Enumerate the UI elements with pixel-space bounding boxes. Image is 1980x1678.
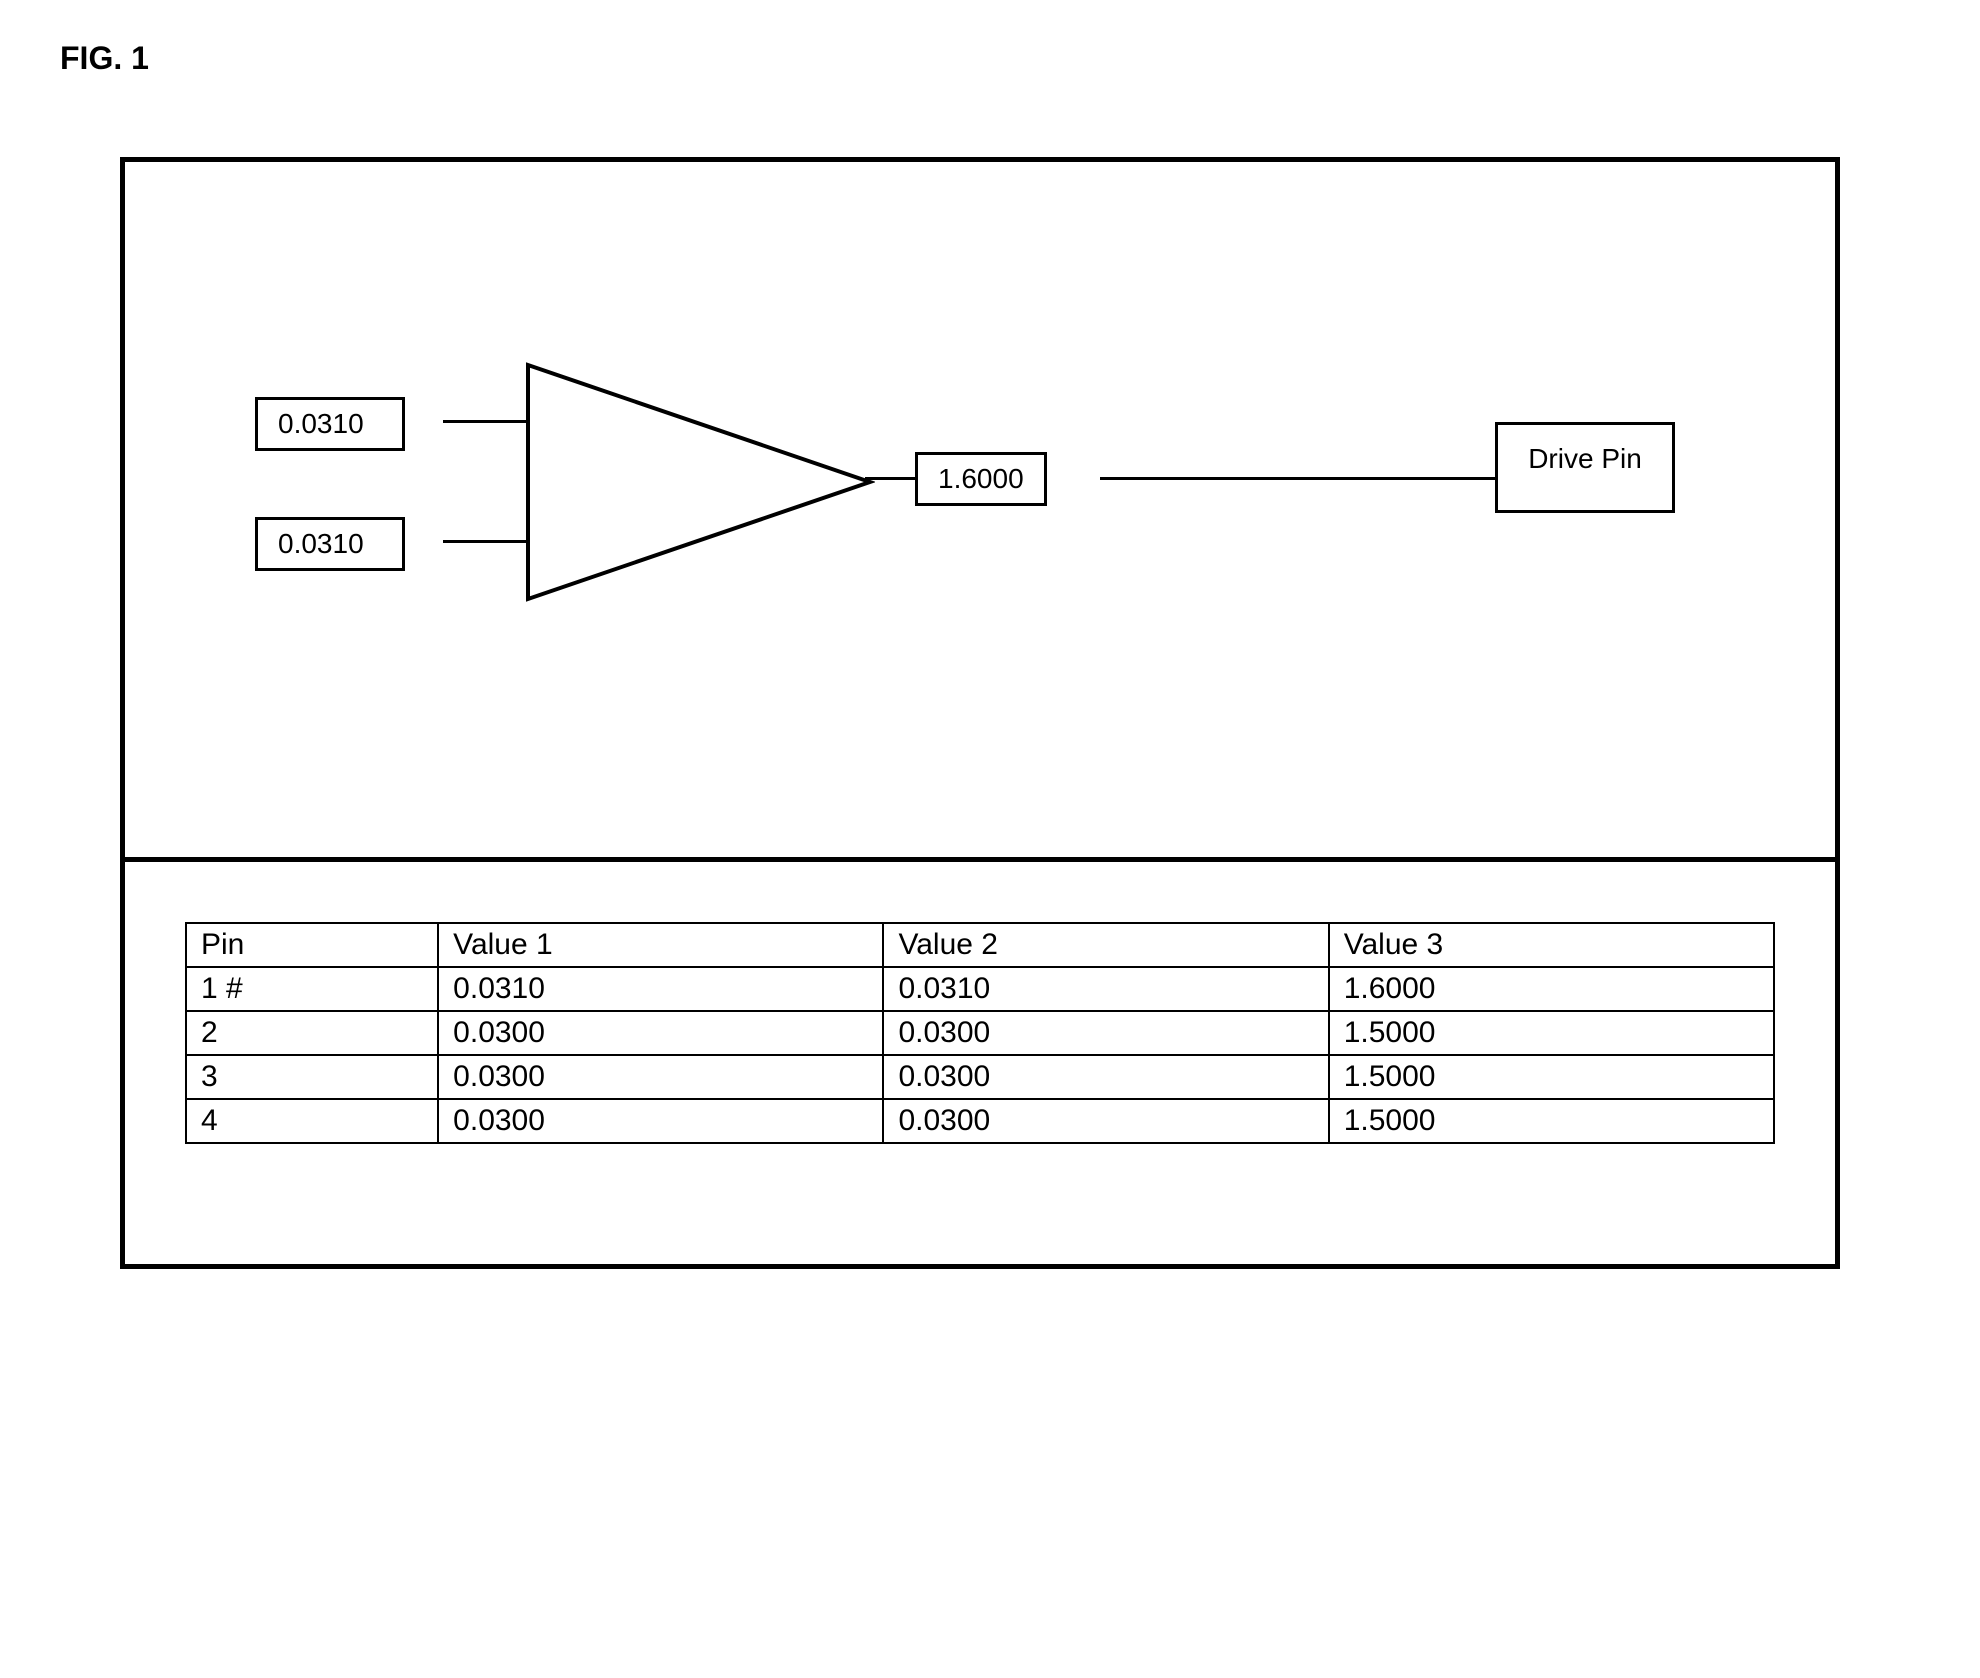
wire-input-2 (443, 540, 538, 543)
wire-output-2 (1100, 477, 1495, 480)
input-value-1-box: 0.0310 (255, 397, 405, 451)
table-row: 4 0.0300 0.0300 1.5000 (186, 1099, 1774, 1143)
figure-title: FIG. 1 (60, 40, 1940, 77)
table-row: 3 0.0300 0.0300 1.5000 (186, 1055, 1774, 1099)
table-cell: 0.0310 (883, 967, 1328, 1011)
table-cell: 0.0310 (438, 967, 883, 1011)
table-panel: Pin Value 1 Value 2 Value 3 1 # 0.0310 0… (125, 862, 1835, 1264)
table-cell: 4 (186, 1099, 438, 1143)
wire-input-1 (443, 420, 538, 423)
table-row: 1 # 0.0310 0.0310 1.6000 (186, 967, 1774, 1011)
drive-pin-box: Drive Pin (1495, 422, 1675, 513)
main-container: 0.0310 0.0310 1.6000 Drive Pin (120, 157, 1840, 1269)
diagram-panel: 0.0310 0.0310 1.6000 Drive Pin (125, 162, 1835, 862)
table-cell: 3 (186, 1055, 438, 1099)
table-header-value3: Value 3 (1329, 923, 1774, 967)
pin-values-table: Pin Value 1 Value 2 Value 3 1 # 0.0310 0… (185, 922, 1775, 1144)
table-row: 2 0.0300 0.0300 1.5000 (186, 1011, 1774, 1055)
table-header-pin: Pin (186, 923, 438, 967)
table-cell: 2 (186, 1011, 438, 1055)
output-value: 1.6000 (938, 463, 1024, 494)
table-cell: 1.5000 (1329, 1055, 1774, 1099)
table-cell: 0.0300 (883, 1011, 1328, 1055)
wire-output-1 (865, 477, 915, 480)
table-cell: 1.6000 (1329, 967, 1774, 1011)
input-value-1: 0.0310 (278, 408, 364, 439)
output-value-box: 1.6000 (915, 452, 1047, 506)
input-value-2-box: 0.0310 (255, 517, 405, 571)
table-cell: 1.5000 (1329, 1099, 1774, 1143)
table-cell: 0.0300 (883, 1099, 1328, 1143)
table-cell: 0.0300 (438, 1055, 883, 1099)
table-cell: 1.5000 (1329, 1011, 1774, 1055)
table-header-value1: Value 1 (438, 923, 883, 967)
drive-pin-label: Drive Pin (1528, 443, 1642, 474)
table-header-value2: Value 2 (883, 923, 1328, 967)
amplifier-triangle-icon (525, 362, 875, 607)
table-header-row: Pin Value 1 Value 2 Value 3 (186, 923, 1774, 967)
table-cell: 0.0300 (883, 1055, 1328, 1099)
table-cell: 1 # (186, 967, 438, 1011)
table-cell: 0.0300 (438, 1099, 883, 1143)
table-cell: 0.0300 (438, 1011, 883, 1055)
input-value-2: 0.0310 (278, 528, 364, 559)
